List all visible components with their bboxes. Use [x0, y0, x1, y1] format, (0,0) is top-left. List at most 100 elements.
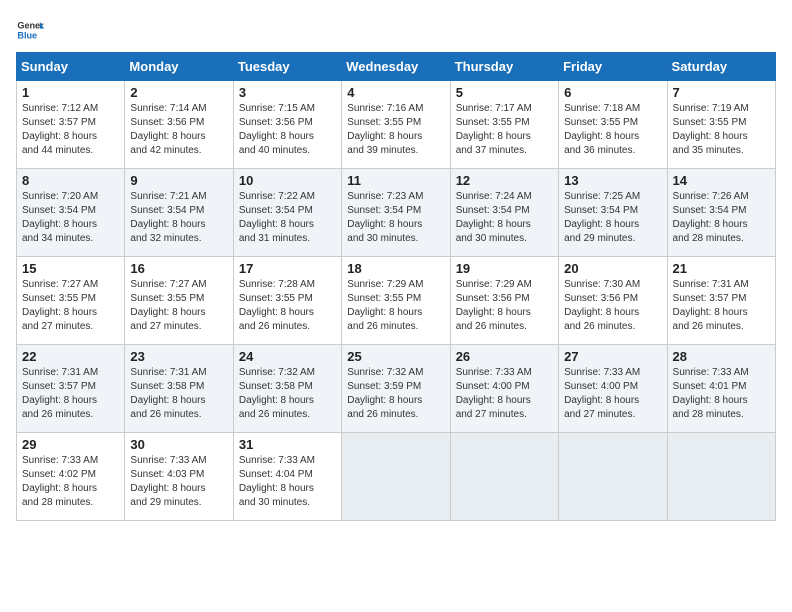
day-number: 26 — [456, 349, 553, 364]
day-number: 3 — [239, 85, 336, 100]
day-info: Sunrise: 7:14 AMSunset: 3:56 PMDaylight:… — [130, 102, 227, 158]
calendar-cell: 6Sunrise: 7:18 AMSunset: 3:55 PMDaylight… — [559, 81, 667, 169]
calendar-cell: 22 Sunrise: 7:31 AMSunset: 3:57 PMDayligh… — [17, 345, 125, 433]
day-info: Sunrise: 7:26 AMSunset: 3:54 PMDaylight:… — [673, 190, 770, 246]
calendar-cell: 7 Sunrise: 7:19 AMSunset: 3:55 PMDaylight… — [667, 81, 775, 169]
day-number: 2 — [130, 85, 227, 100]
calendar-cell: 31 Sunrise: 7:33 AMSunset: 4:04 PMDayligh… — [233, 433, 341, 521]
calendar-table: SundayMondayTuesdayWednesdayThursdayFrid… — [16, 52, 776, 521]
day-info: Sunrise: 7:17 AMSunset: 3:55 PMDaylight:… — [456, 102, 553, 158]
calendar-cell: 5Sunrise: 7:17 AMSunset: 3:55 PMDaylight… — [450, 81, 558, 169]
day-info: Sunrise: 7:31 AMSunset: 3:58 PMDaylight:… — [130, 366, 227, 422]
calendar-week-row: 29Sunrise: 7:33 AMSunset: 4:02 PMDayligh… — [17, 433, 776, 521]
calendar-cell: 1 Sunrise: 7:12 AMSunset: 3:57 PMDaylight… — [17, 81, 125, 169]
day-number: 23 — [130, 349, 227, 364]
calendar-cell: 23 Sunrise: 7:31 AMSunset: 3:58 PMDayligh… — [125, 345, 233, 433]
calendar-cell: 26 Sunrise: 7:33 AMSunset: 4:00 PMDayligh… — [450, 345, 558, 433]
day-info: Sunrise: 7:27 AMSunset: 3:55 PMDaylight:… — [130, 278, 227, 334]
calendar-cell: 2 Sunrise: 7:14 AMSunset: 3:56 PMDaylight… — [125, 81, 233, 169]
day-number: 27 — [564, 349, 661, 364]
calendar-cell: 14 Sunrise: 7:26 AMSunset: 3:54 PMDayligh… — [667, 169, 775, 257]
calendar-cell: 13 Sunrise: 7:25 AMSunset: 3:54 PMDayligh… — [559, 169, 667, 257]
calendar-week-row: 15 Sunrise: 7:27 AMSunset: 3:55 PMDayligh… — [17, 257, 776, 345]
day-number: 25 — [347, 349, 444, 364]
calendar-cell: 4Sunrise: 7:16 AMSunset: 3:55 PMDaylight… — [342, 81, 450, 169]
day-info: Sunrise: 7:32 AMSunset: 3:59 PMDaylight:… — [347, 366, 444, 422]
day-number: 11 — [347, 173, 444, 188]
day-number: 21 — [673, 261, 770, 276]
calendar-cell: 11 Sunrise: 7:23 AMSunset: 3:54 PMDayligh… — [342, 169, 450, 257]
day-info: Sunrise: 7:29 AMSunset: 3:55 PMDaylight:… — [347, 278, 444, 334]
calendar-cell: 18 Sunrise: 7:29 AMSunset: 3:55 PMDayligh… — [342, 257, 450, 345]
day-info: Sunrise: 7:30 AMSunset: 3:56 PMDaylight:… — [564, 278, 661, 334]
day-number: 12 — [456, 173, 553, 188]
day-info: Sunrise: 7:27 AMSunset: 3:55 PMDaylight:… — [22, 278, 119, 334]
day-info: Sunrise: 7:33 AMSunset: 4:04 PMDaylight:… — [239, 454, 336, 510]
day-number: 15 — [22, 261, 119, 276]
day-info: Sunrise: 7:28 AMSunset: 3:55 PMDaylight:… — [239, 278, 336, 334]
calendar-week-row: 1 Sunrise: 7:12 AMSunset: 3:57 PMDaylight… — [17, 81, 776, 169]
calendar-week-row: 8 Sunrise: 7:20 AMSunset: 3:54 PMDaylight… — [17, 169, 776, 257]
calendar-cell: 27 Sunrise: 7:33 AMSunset: 4:00 PMDayligh… — [559, 345, 667, 433]
day-number: 17 — [239, 261, 336, 276]
weekday-header-row: SundayMondayTuesdayWednesdayThursdayFrid… — [17, 53, 776, 81]
weekday-header-thursday: Thursday — [450, 53, 558, 81]
day-number: 7 — [673, 85, 770, 100]
day-info: Sunrise: 7:32 AMSunset: 3:58 PMDaylight:… — [239, 366, 336, 422]
calendar-cell: 10Sunrise: 7:22 AMSunset: 3:54 PMDayligh… — [233, 169, 341, 257]
day-number: 31 — [239, 437, 336, 452]
weekday-header-monday: Monday — [125, 53, 233, 81]
day-number: 13 — [564, 173, 661, 188]
weekday-header-sunday: Sunday — [17, 53, 125, 81]
day-info: Sunrise: 7:20 AMSunset: 3:54 PMDaylight:… — [22, 190, 119, 246]
day-number: 29 — [22, 437, 119, 452]
day-info: Sunrise: 7:12 AMSunset: 3:57 PMDaylight:… — [22, 102, 119, 158]
day-info: Sunrise: 7:33 AMSunset: 4:03 PMDaylight:… — [130, 454, 227, 510]
calendar-cell: 30 Sunrise: 7:33 AMSunset: 4:03 PMDayligh… — [125, 433, 233, 521]
day-number: 1 — [22, 85, 119, 100]
day-info: Sunrise: 7:19 AMSunset: 3:55 PMDaylight:… — [673, 102, 770, 158]
calendar-cell: 19 Sunrise: 7:29 AMSunset: 3:56 PMDayligh… — [450, 257, 558, 345]
calendar-cell: 9Sunrise: 7:21 AMSunset: 3:54 PMDaylight… — [125, 169, 233, 257]
weekday-header-saturday: Saturday — [667, 53, 775, 81]
calendar-cell: 21 Sunrise: 7:31 AMSunset: 3:57 PMDayligh… — [667, 257, 775, 345]
calendar-cell — [450, 433, 558, 521]
day-number: 16 — [130, 261, 227, 276]
calendar-cell: 29Sunrise: 7:33 AMSunset: 4:02 PMDayligh… — [17, 433, 125, 521]
day-number: 9 — [130, 173, 227, 188]
day-info: Sunrise: 7:33 AMSunset: 4:00 PMDaylight:… — [456, 366, 553, 422]
calendar-cell: 17 Sunrise: 7:28 AMSunset: 3:55 PMDayligh… — [233, 257, 341, 345]
day-info: Sunrise: 7:29 AMSunset: 3:56 PMDaylight:… — [456, 278, 553, 334]
day-info: Sunrise: 7:33 AMSunset: 4:00 PMDaylight:… — [564, 366, 661, 422]
day-number: 28 — [673, 349, 770, 364]
day-info: Sunrise: 7:31 AMSunset: 3:57 PMDaylight:… — [673, 278, 770, 334]
calendar-cell: 3Sunrise: 7:15 AMSunset: 3:56 PMDaylight… — [233, 81, 341, 169]
day-number: 4 — [347, 85, 444, 100]
calendar-cell: 25 Sunrise: 7:32 AMSunset: 3:59 PMDayligh… — [342, 345, 450, 433]
weekday-header-wednesday: Wednesday — [342, 53, 450, 81]
day-number: 22 — [22, 349, 119, 364]
weekday-header-friday: Friday — [559, 53, 667, 81]
svg-text:Blue: Blue — [17, 30, 37, 40]
calendar-cell: 12 Sunrise: 7:24 AMSunset: 3:54 PMDayligh… — [450, 169, 558, 257]
day-number: 20 — [564, 261, 661, 276]
day-info: Sunrise: 7:23 AMSunset: 3:54 PMDaylight:… — [347, 190, 444, 246]
calendar-cell — [667, 433, 775, 521]
day-number: 19 — [456, 261, 553, 276]
day-info: Sunrise: 7:24 AMSunset: 3:54 PMDaylight:… — [456, 190, 553, 246]
calendar-cell: 24 Sunrise: 7:32 AMSunset: 3:58 PMDayligh… — [233, 345, 341, 433]
day-number: 30 — [130, 437, 227, 452]
calendar-cell — [342, 433, 450, 521]
day-info: Sunrise: 7:25 AMSunset: 3:54 PMDaylight:… — [564, 190, 661, 246]
day-info: Sunrise: 7:33 AMSunset: 4:01 PMDaylight:… — [673, 366, 770, 422]
day-number: 24 — [239, 349, 336, 364]
day-number: 10 — [239, 173, 336, 188]
calendar-cell: 8 Sunrise: 7:20 AMSunset: 3:54 PMDaylight… — [17, 169, 125, 257]
day-number: 18 — [347, 261, 444, 276]
day-number: 8 — [22, 173, 119, 188]
logo: General Blue — [16, 16, 44, 44]
weekday-header-tuesday: Tuesday — [233, 53, 341, 81]
day-number: 14 — [673, 173, 770, 188]
calendar-cell: 28 Sunrise: 7:33 AMSunset: 4:01 PMDayligh… — [667, 345, 775, 433]
day-info: Sunrise: 7:31 AMSunset: 3:57 PMDaylight:… — [22, 366, 119, 422]
